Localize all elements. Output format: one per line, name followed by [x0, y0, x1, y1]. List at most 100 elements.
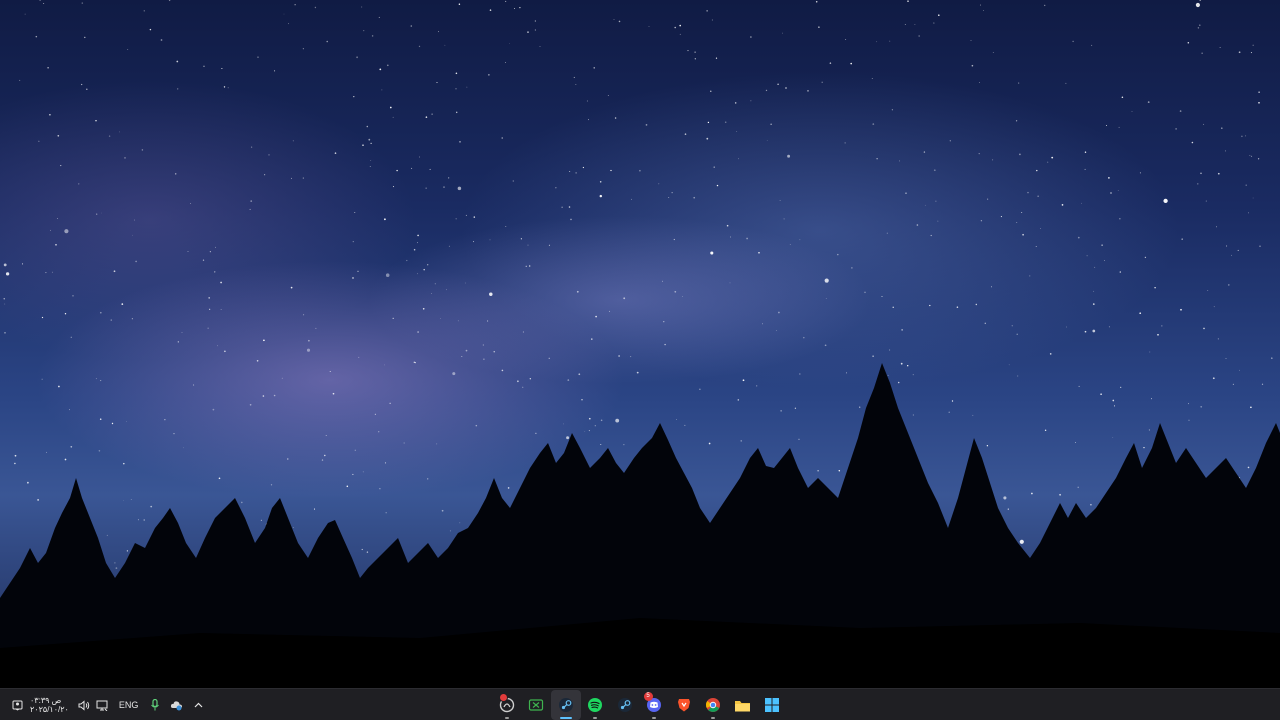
steam-alt-button[interactable]: [610, 690, 640, 720]
language-indicator[interactable]: ENG: [111, 689, 147, 720]
chrome-button[interactable]: [699, 690, 729, 720]
star: [1200, 172, 1202, 175]
volume-icon[interactable]: [75, 689, 93, 720]
notification-icon[interactable]: [8, 689, 26, 720]
star: [782, 32, 783, 34]
star: [918, 35, 920, 37]
star: [527, 244, 529, 246]
star: [1086, 255, 1088, 257]
star: [975, 303, 978, 306]
star: [1066, 326, 1067, 328]
star: [5, 272, 10, 276]
star: [706, 137, 709, 140]
star: [108, 135, 111, 137]
star: [227, 87, 229, 89]
cloud-sync-icon[interactable]: [164, 689, 189, 720]
star: [645, 124, 648, 126]
star: [1047, 161, 1049, 163]
windows-start-button[interactable]: [758, 690, 788, 720]
star: [290, 177, 292, 179]
star: [978, 152, 980, 155]
star: [807, 90, 809, 92]
star: [19, 79, 21, 81]
star: [775, 330, 777, 331]
star: [1022, 233, 1024, 236]
star: [43, 2, 45, 4]
xbox-game-bar-button[interactable]: [522, 690, 552, 720]
star: [824, 278, 829, 283]
star: [1105, 125, 1107, 126]
star: [779, 199, 781, 201]
star: [850, 62, 852, 65]
taskbar: ۰۳:۳۹ ص ۲۰۲۵/۱۰/۲۰ ENG 5: [0, 688, 1280, 720]
star: [21, 263, 24, 265]
star: [1181, 238, 1183, 240]
star: [1108, 177, 1110, 179]
star: [168, 0, 171, 2]
star: [1219, 46, 1221, 48]
star: [1217, 338, 1220, 340]
spotify-button[interactable]: [581, 690, 611, 720]
star: [419, 156, 420, 158]
star: [872, 123, 875, 125]
star: [1187, 42, 1190, 44]
star: [648, 26, 650, 27]
star: [905, 192, 907, 194]
star: [425, 187, 427, 189]
star: [889, 40, 891, 42]
star: [249, 208, 251, 210]
star: [787, 154, 791, 158]
star: [445, 289, 447, 291]
app-unknown-1-button[interactable]: [492, 690, 522, 720]
star: [1051, 156, 1054, 159]
star: [825, 297, 827, 299]
star: [389, 106, 392, 109]
star: [1011, 325, 1013, 327]
star: [39, 0, 41, 1]
star: [416, 242, 419, 244]
star: [214, 271, 216, 273]
star: [762, 323, 764, 325]
star: [1221, 127, 1223, 129]
star: [47, 67, 49, 69]
file-explorer-button[interactable]: [728, 690, 758, 720]
discord-button[interactable]: 5: [640, 690, 670, 720]
star: [283, 13, 285, 15]
microphone-icon[interactable]: [146, 689, 164, 720]
star: [81, 83, 83, 86]
star: [614, 117, 617, 119]
star: [1259, 245, 1261, 247]
star: [1258, 101, 1260, 104]
running-indicator: [504, 717, 509, 719]
star: [294, 4, 296, 6]
star: [423, 268, 425, 271]
star: [4, 303, 6, 305]
star: [765, 89, 768, 92]
monitor-icon[interactable]: [93, 689, 111, 720]
star: [1037, 195, 1039, 197]
star: [1231, 254, 1232, 256]
star: [356, 56, 358, 59]
star: [992, 159, 994, 161]
star: [41, 316, 44, 319]
star: [639, 169, 641, 172]
star: [363, 30, 365, 32]
star: [292, 140, 294, 142]
star: [575, 84, 577, 85]
star: [505, 62, 506, 63]
star: [4, 331, 6, 334]
clock[interactable]: ۰۳:۳۹ ص ۲۰۲۵/۱۰/۲۰: [26, 696, 69, 714]
star: [406, 259, 408, 262]
steam-button[interactable]: [551, 690, 581, 720]
star: [979, 82, 980, 83]
star: [684, 133, 687, 135]
star: [525, 265, 527, 267]
star: [529, 265, 531, 267]
brave-button[interactable]: [669, 690, 699, 720]
star: [778, 311, 780, 314]
star: [81, 2, 84, 4]
star: [1205, 200, 1207, 202]
chevron-up-icon[interactable]: [189, 689, 207, 720]
star: [505, 0, 507, 2]
star: [713, 166, 715, 168]
